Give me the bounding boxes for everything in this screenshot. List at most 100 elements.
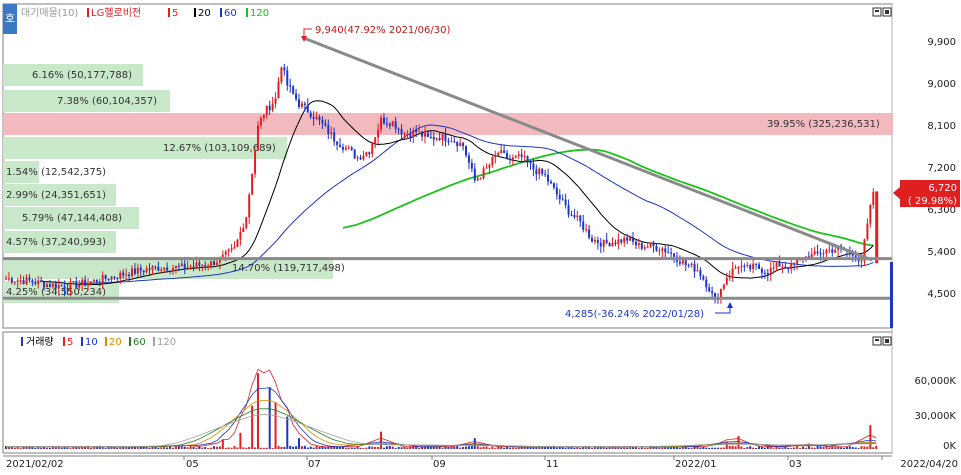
vol-ma5-legend[interactable]: 5 — [67, 337, 73, 348]
volume-bar — [418, 447, 421, 449]
price-tick-label: 5,400 — [927, 247, 956, 258]
volume-bar — [254, 447, 257, 449]
candle-body — [43, 281, 46, 288]
candle-body — [177, 265, 180, 267]
volume-bar — [426, 445, 429, 449]
volume-bar — [218, 446, 221, 449]
candle-body — [596, 239, 599, 243]
candle-body — [538, 168, 541, 175]
volume-bar — [172, 447, 175, 449]
candle-body — [204, 265, 207, 267]
volume-bar — [37, 447, 40, 449]
candle-body — [136, 267, 139, 274]
volume-bar — [555, 447, 558, 449]
candle-body — [189, 266, 192, 268]
volume-bar — [251, 405, 254, 449]
volume-bar — [189, 446, 192, 449]
volume-bar — [796, 445, 799, 449]
volume-bar — [690, 447, 693, 449]
volume-bar — [286, 416, 289, 449]
price-tick-label: 8,100 — [927, 121, 956, 132]
volume-bar — [488, 447, 491, 449]
volume-bar — [573, 447, 576, 449]
candle-body — [125, 274, 128, 276]
volume-bar — [661, 447, 664, 449]
ma20-legend[interactable]: 20 — [198, 8, 211, 19]
ma60-legend[interactable]: 60 — [224, 8, 237, 19]
ma120-marker — [246, 8, 248, 17]
stock-name[interactable]: LG헬로비전 — [91, 7, 141, 19]
candle-body — [813, 251, 816, 255]
candle-body — [476, 178, 479, 181]
candle-body — [318, 117, 321, 121]
price-tick-label: 4,500 — [927, 289, 956, 300]
volume-bar — [268, 387, 271, 449]
candle-body — [787, 267, 790, 270]
volume-bar — [303, 445, 306, 449]
candle-body — [333, 132, 336, 142]
volume-bar — [467, 446, 470, 449]
candle-body — [227, 249, 230, 252]
vol-ma120-legend[interactable]: 120 — [157, 337, 176, 348]
ma5-legend[interactable]: 5 — [172, 8, 178, 19]
volume-bar — [447, 447, 450, 449]
x-tick-label: 2022/04/20 — [900, 459, 958, 470]
volume-bar — [57, 445, 60, 449]
volume-bar — [866, 446, 869, 449]
candle-body — [78, 284, 81, 288]
volume-bar — [432, 446, 435, 449]
ma120-legend[interactable]: 120 — [250, 8, 269, 19]
candle-body — [632, 237, 635, 242]
volume-profile-label: 14.70% (119,717,498) — [232, 263, 345, 274]
vol-ma10-legend[interactable]: 10 — [85, 337, 98, 348]
candle-body — [831, 249, 834, 253]
volume-bar — [614, 447, 617, 449]
candle-body — [684, 260, 687, 266]
x-tick-label: 11 — [546, 459, 559, 470]
candle-body — [183, 263, 186, 269]
volume-bar — [186, 447, 189, 449]
candle-body — [306, 105, 309, 113]
candle-body — [344, 147, 347, 150]
volume-label[interactable]: 거래량 — [26, 336, 54, 348]
indicator-label[interactable]: 대기매물(10) — [21, 7, 78, 19]
vol-ma20-legend[interactable]: 20 — [109, 337, 122, 348]
volume-bar — [681, 447, 684, 449]
vol-ma60-legend[interactable]: 60 — [133, 337, 146, 348]
candle-body — [186, 267, 189, 269]
candle-body — [95, 279, 98, 283]
candle-body — [681, 260, 684, 264]
maximize-pane-icon-bar — [875, 10, 879, 12]
candle-body — [749, 264, 752, 270]
volume-bar — [66, 447, 69, 449]
candle-body — [488, 164, 491, 168]
candle-body — [769, 268, 772, 275]
volume-bar — [177, 446, 180, 449]
candle-body — [678, 261, 681, 264]
candle-body — [441, 133, 444, 140]
volume-bar — [242, 447, 245, 449]
volume-bar — [324, 447, 327, 449]
volume-bar — [646, 448, 649, 449]
candle-body — [511, 157, 514, 160]
candle-body — [151, 266, 154, 270]
volume-bar — [277, 446, 280, 449]
volume-bar — [728, 445, 731, 449]
candle-body — [277, 81, 280, 99]
candle-body — [834, 249, 837, 253]
volume-bar — [491, 446, 494, 449]
candle-body — [221, 254, 224, 257]
volume-bar — [412, 445, 415, 449]
volume-bar — [122, 446, 125, 449]
candle-body — [418, 131, 421, 133]
candle-body — [233, 247, 236, 249]
x-tick-label: 07 — [308, 459, 321, 470]
volume-bar — [350, 447, 353, 449]
candle-body — [506, 152, 509, 159]
candle-body — [508, 158, 511, 160]
volume-bar — [16, 447, 19, 449]
volume-bar — [834, 447, 837, 449]
volume-bar — [687, 447, 690, 449]
candle-body — [728, 275, 731, 278]
candle-body — [122, 272, 125, 276]
